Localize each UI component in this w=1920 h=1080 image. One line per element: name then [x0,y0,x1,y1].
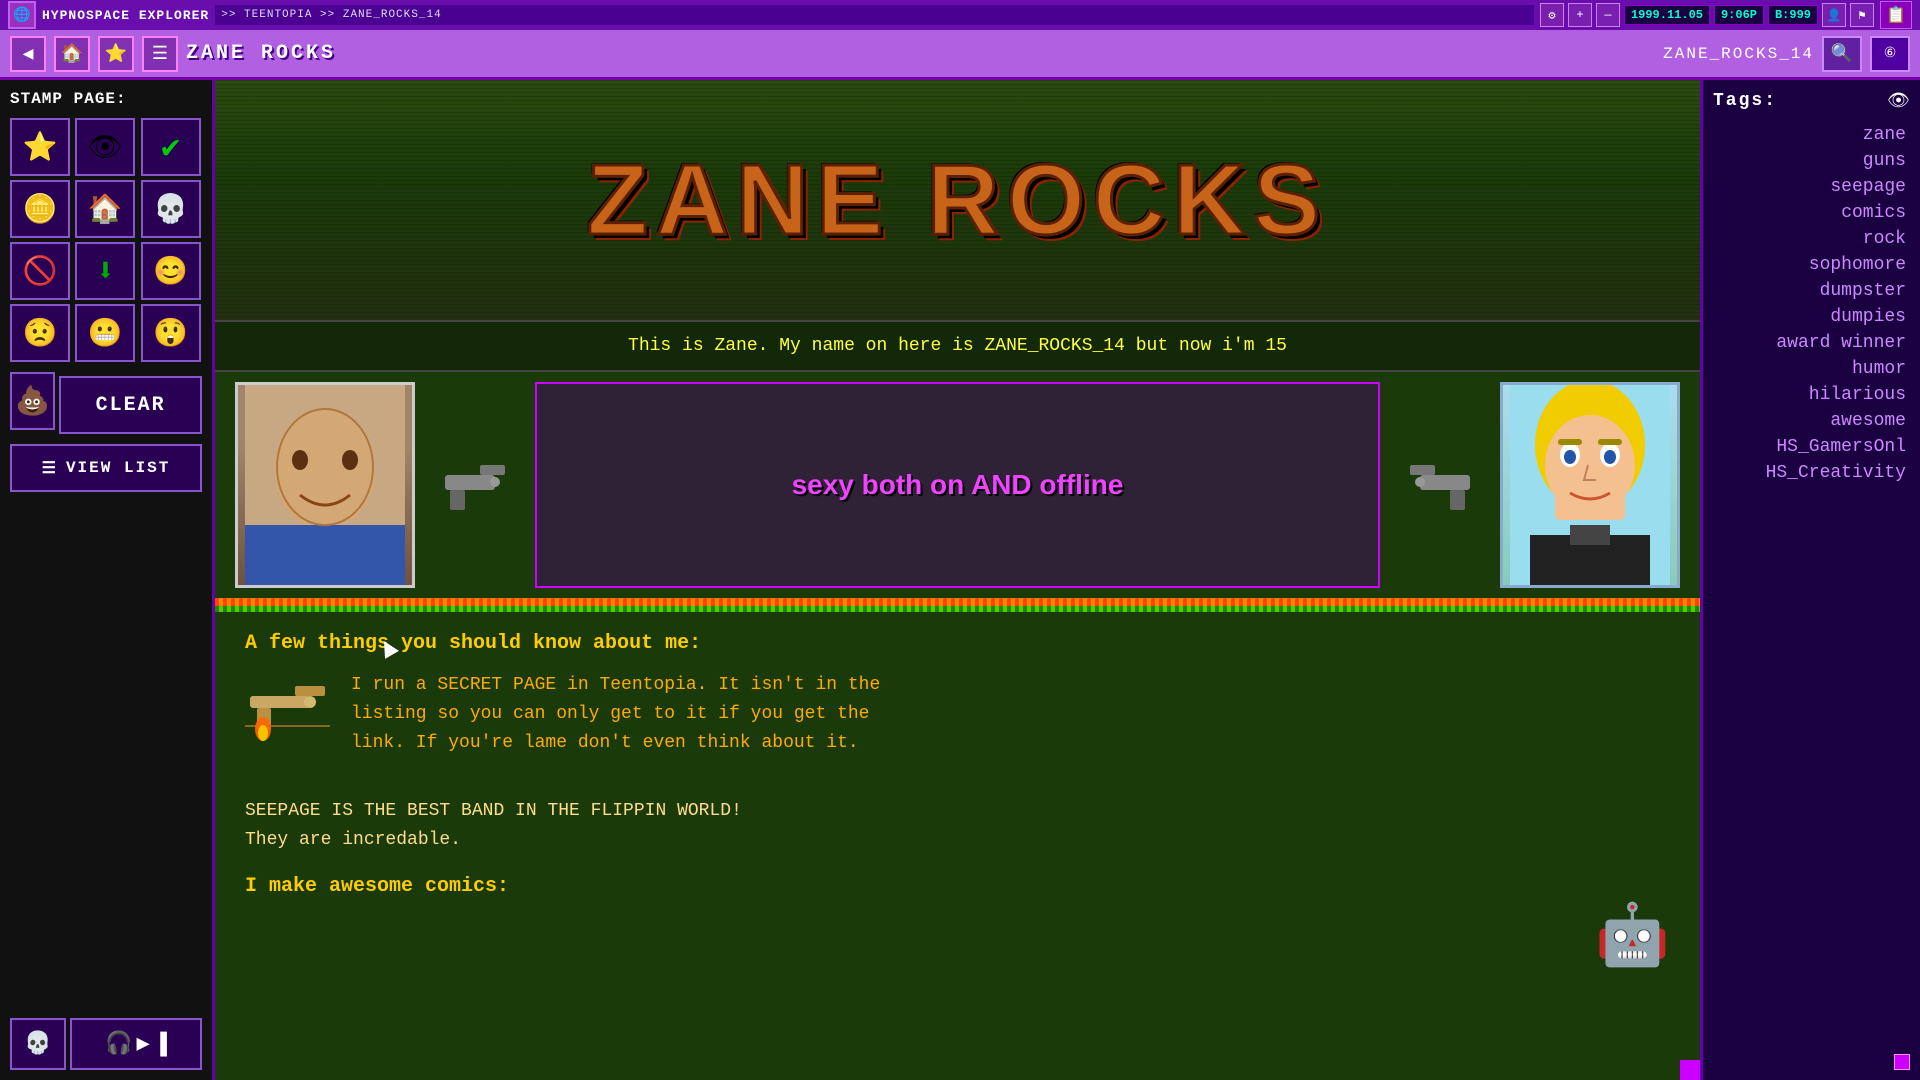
stamp-poop[interactable]: 💩 [10,372,55,430]
top-bar: 🌐 HYPNOSPACE EXPLORER >> TEENTOPIA >> ZA… [0,0,1920,30]
view-list-label: VIEW LIST [66,459,170,477]
page-title: ZANE ROCKS [186,42,1655,65]
search-button[interactable]: 🔍 [1822,36,1862,72]
app-icon: 🌐 [8,1,36,29]
photo-face-1 [238,385,412,585]
plus-icon[interactable]: + [1568,3,1592,27]
media-controls[interactable]: 🎧 ▶ ▐ [70,1018,202,1070]
tag-rock[interactable]: rock [1713,226,1910,252]
photo-left [235,382,415,588]
stamp-worried[interactable]: 😬 [75,304,135,362]
stamp-smile[interactable]: 😊 [141,242,201,300]
gun-skeleton-icon [245,671,335,766]
stamp-label: STAMP PAGE: [10,90,202,108]
tags-panel: Tags: 👁 zane guns seepage comics rock so… [1700,80,1920,1080]
tags-toggle[interactable]: 👁 [1887,90,1910,112]
tags-label: Tags: [1713,91,1777,111]
tag-award-winner[interactable]: award winner [1713,330,1910,356]
intro-text: This is Zane. My name on here is ZANE_RO… [215,320,1700,372]
bottom-toolbar: 💀 🎧 ▶ ▐ [10,1012,202,1070]
stamp-check[interactable]: ✔ [141,118,201,176]
stamp-eye[interactable]: 👁 [75,118,135,176]
top-right-button[interactable]: 📋 [1880,1,1912,29]
app-title: HYPNOSPACE EXPLORER [42,8,209,23]
flag-icon[interactable]: ⚑ [1850,3,1874,27]
coins-display: B:999 [1768,5,1818,25]
stamp-house[interactable]: 🏠 [75,180,135,238]
back-button[interactable]: ◀ [10,36,46,72]
clear-button[interactable]: CLEAR [59,376,202,434]
fire-divider-top [215,598,1700,606]
home-icon[interactable]: 🏠 [54,36,90,72]
tag-guns[interactable]: guns [1713,148,1910,174]
stamp-coin[interactable]: 🪙 [10,180,70,238]
stamp-shocked[interactable]: 😲 [141,304,201,362]
tag-hs-gamers[interactable]: HS_GamersOnl [1713,434,1910,460]
cartoon-photo [1500,382,1680,588]
star-button[interactable]: ⭐ [98,36,134,72]
tag-awesome[interactable]: awesome [1713,408,1910,434]
list-button[interactable]: ☰ [142,36,178,72]
list-icon: ☰ [42,458,58,478]
sexy-text: sexy both on AND offline [792,467,1124,503]
tag-hilarious[interactable]: hilarious [1713,382,1910,408]
zane-rocks-title: ZANE ROCKS [587,143,1328,258]
page-header: ZANE ROCKS [215,80,1700,320]
cartoon-face [1503,385,1677,585]
robot-icon: 🤖 [1595,899,1670,974]
center-content[interactable]: ZANE ROCKS This is Zane. My name on here… [215,80,1700,1080]
minus-icon[interactable]: — [1596,3,1620,27]
volume-icon: ▐ [154,1032,167,1057]
clock-area: ⚙ + — 1999.11.05 9:06P B:999 👤 ⚑ [1540,3,1874,27]
stamp-grid: ⭐ 👁 ✔ 🪙 🏠 💀 🚫 ⬇ 😊 😟 😬 😲 [10,118,202,362]
second-bar: ◀ 🏠 ⭐ ☰ ZANE ROCKS ZANE_ROCKS_14 🔍 ⑥ [0,30,1920,80]
date-display: 1999.11.05 [1624,5,1710,25]
content-row: sexy both on AND offline [215,372,1700,598]
tags-header: Tags: 👁 [1713,90,1910,112]
gun-decoration-left [425,382,525,588]
seepage-text: SEEPAGE IS THE BEST BAND IN THE FLIPPIN … [245,797,1670,855]
tag-sophomore[interactable]: sophomore [1713,252,1910,278]
comics-heading: I make awesome comics: [245,875,1670,898]
nav-path: >> TEENTOPIA >> ZANE_ROCKS_14 [221,9,441,21]
secret-page-section: I run a SECRET PAGE in Teentopia. It isn… [245,671,1670,777]
stamp-down[interactable]: ⬇ [75,242,135,300]
stamp-sad[interactable]: 😟 [10,304,70,362]
user-circle[interactable]: ⑥ [1870,36,1910,72]
tag-dumpies[interactable]: dumpies [1713,304,1910,330]
stamp-skull[interactable]: 💀 [141,180,201,238]
center-text-box: sexy both on AND offline [535,382,1380,588]
bottom-accent [1894,1054,1910,1070]
tag-hs-creativity[interactable]: HS_Creativity [1713,460,1910,486]
secret-page-text: I run a SECRET PAGE in Teentopia. It isn… [351,671,880,757]
corner-decoration [1680,1060,1700,1080]
tag-humor[interactable]: humor [1713,356,1910,382]
gun-decoration-right [1390,382,1490,588]
play-icon: ▶ [136,1031,149,1057]
user-icon[interactable]: 👤 [1822,3,1846,27]
main-layout: STAMP PAGE: ⭐ 👁 ✔ 🪙 🏠 💀 🚫 ⬇ 😊 😟 😬 😲 💩 CL… [0,80,1920,1080]
tag-comics[interactable]: comics [1713,200,1910,226]
skull-button[interactable]: 💀 [10,1018,66,1070]
tag-dumpster[interactable]: dumpster [1713,278,1910,304]
left-panel: STAMP PAGE: ⭐ 👁 ✔ 🪙 🏠 💀 🚫 ⬇ 😊 😟 😬 😲 💩 CL… [0,80,215,1080]
tag-seepage[interactable]: seepage [1713,174,1910,200]
section-heading: A few things you should know about me: [245,632,1670,655]
tag-zane[interactable]: zane [1713,122,1910,148]
view-list-button[interactable]: ☰ VIEW LIST [10,444,202,492]
headphones-icon: 🎧 [105,1031,132,1057]
nav-strip[interactable]: >> TEENTOPIA >> ZANE_ROCKS_14 [215,5,1534,25]
page-id: ZANE_ROCKS_14 [1663,45,1814,63]
stamp-no[interactable]: 🚫 [10,242,70,300]
stamp-star[interactable]: ⭐ [10,118,70,176]
body-content: A few things you should know about me: I [215,612,1700,934]
settings-icon[interactable]: ⚙ [1540,3,1564,27]
time-display: 9:06P [1714,5,1764,25]
